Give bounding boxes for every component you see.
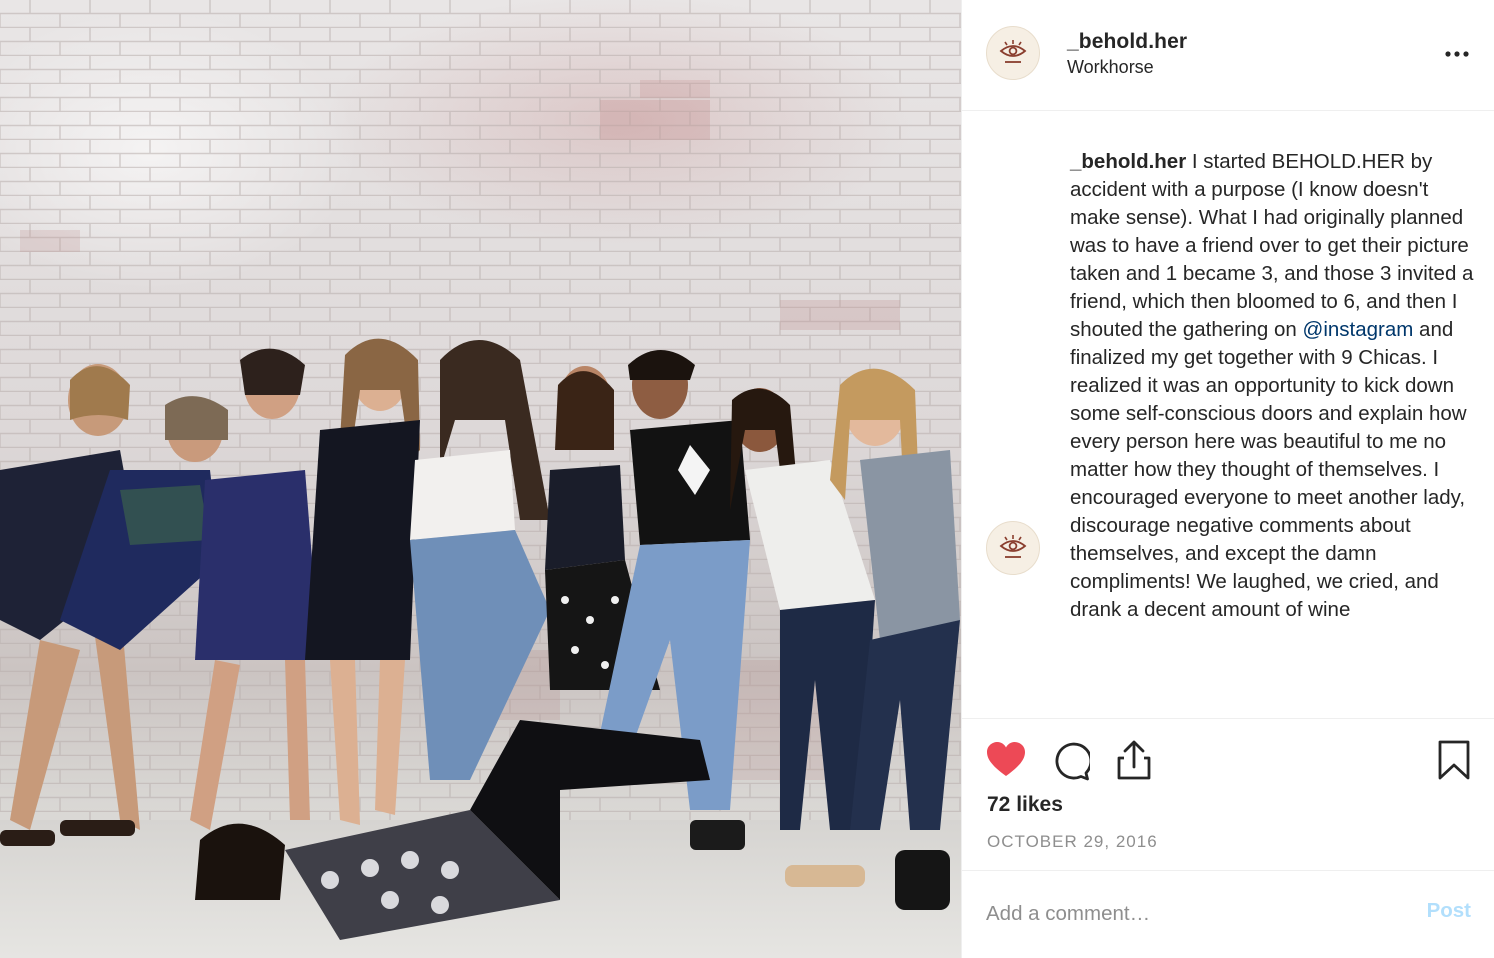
eye-logo-icon	[999, 535, 1027, 558]
comment-icon[interactable]	[1050, 741, 1090, 781]
comment-bar: Post	[962, 870, 1494, 958]
header-location[interactable]: Workhorse	[1067, 57, 1154, 78]
profile-avatar[interactable]	[986, 26, 1040, 80]
eye-logo-icon	[999, 40, 1027, 63]
likes-count[interactable]: 72 likes	[987, 793, 1063, 817]
header-username[interactable]: _behold.her	[1067, 30, 1187, 54]
post-side-panel: _behold.her Workhorse _behold.her I star…	[961, 0, 1494, 958]
caption-text-part-2: and finalized my get together with 9 Chi…	[1070, 318, 1467, 621]
post-caption: _behold.her I started BEHOLD.HER by acci…	[1070, 148, 1480, 624]
caption-mention-link[interactable]: @instagram	[1303, 318, 1414, 341]
group-of-women	[0, 338, 960, 940]
instagram-post: _behold.her Workhorse _behold.her I star…	[0, 0, 1494, 958]
caption-area: _behold.her I started BEHOLD.HER by acci…	[962, 111, 1494, 718]
post-comment-button[interactable]: Post	[1427, 899, 1471, 923]
heart-icon[interactable]	[986, 741, 1026, 781]
share-icon[interactable]	[1114, 739, 1154, 781]
more-options-icon[interactable]	[1443, 44, 1471, 64]
post-photo[interactable]	[0, 0, 961, 958]
caption-avatar[interactable]	[986, 521, 1040, 575]
bookmark-icon[interactable]	[1436, 739, 1472, 781]
comment-input[interactable]	[986, 897, 1386, 931]
caption-username[interactable]: _behold.her	[1070, 150, 1186, 173]
post-date: OCTOBER 29, 2016	[987, 832, 1158, 851]
post-actions: 72 likes OCTOBER 29, 2016	[962, 718, 1494, 870]
post-header: _behold.her Workhorse	[962, 0, 1494, 111]
caption-text-part-1: I started BEHOLD.HER by accident with a …	[1070, 150, 1474, 341]
